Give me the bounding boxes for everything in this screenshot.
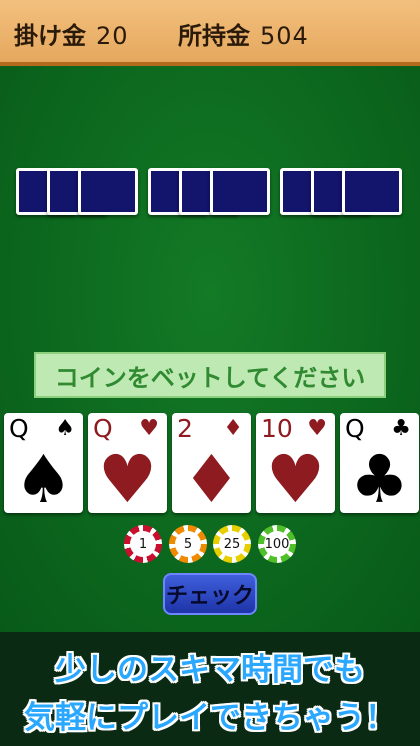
table-felt bbox=[0, 66, 420, 632]
card-back bbox=[342, 168, 402, 215]
card-rank: Q bbox=[93, 414, 113, 443]
chip-label: 25 bbox=[219, 531, 245, 557]
card-rank: Q bbox=[345, 414, 365, 443]
balance-display: 所持金 504 bbox=[178, 16, 309, 51]
header-bar: 掛け金 20 所持金 504 bbox=[0, 0, 420, 66]
promo-banner: 少しのスキマ時間でも 気軽にプレイできちゃう！ bbox=[0, 632, 420, 746]
card-rank: 10 bbox=[261, 414, 293, 443]
player-card-2[interactable]: Q ♥ ♥ bbox=[88, 413, 167, 513]
balance-value: 504 bbox=[260, 22, 309, 50]
chip-label: 1 bbox=[130, 531, 156, 557]
card-back bbox=[78, 168, 138, 215]
balance-label: 所持金 bbox=[178, 22, 250, 50]
status-message: コインをベットしてください bbox=[34, 352, 386, 398]
chip-25[interactable]: 25 bbox=[213, 525, 251, 563]
player-card-1[interactable]: Q ♠ ♠ bbox=[4, 413, 83, 513]
bet-value: 20 bbox=[96, 22, 129, 50]
bet-label: 掛け金 bbox=[14, 22, 86, 50]
club-icon: ♣ bbox=[349, 441, 410, 518]
card-rank: Q bbox=[9, 414, 29, 443]
heart-icon: ♥ bbox=[307, 416, 327, 441]
diamond-icon: ♦ bbox=[181, 441, 242, 518]
diamond-icon: ♦ bbox=[223, 416, 243, 441]
heart-icon: ♥ bbox=[265, 441, 326, 518]
heart-icon: ♥ bbox=[139, 416, 159, 441]
spade-icon: ♠ bbox=[55, 416, 75, 441]
chip-label: 100 bbox=[264, 531, 290, 557]
poker-game-screen: 掛け金 20 所持金 504 コインをベットしてください Q ♠ ♠ Q ♥ ♥ 2… bbox=[0, 0, 420, 746]
chip-100[interactable]: 100 bbox=[258, 525, 296, 563]
card-rank: 2 bbox=[177, 414, 193, 443]
club-icon: ♣ bbox=[391, 416, 411, 441]
player-card-4[interactable]: 10 ♥ ♥ bbox=[256, 413, 335, 513]
check-button[interactable]: チェック bbox=[163, 573, 257, 615]
promo-line-2: 気軽にプレイできちゃう！ bbox=[24, 700, 396, 736]
chip-5[interactable]: 5 bbox=[169, 525, 207, 563]
card-back bbox=[210, 168, 270, 215]
player-card-3[interactable]: 2 ♦ ♦ bbox=[172, 413, 251, 513]
chip-label: 5 bbox=[175, 531, 201, 557]
player-card-5[interactable]: Q ♣ ♣ bbox=[340, 413, 419, 513]
chip-1[interactable]: 1 bbox=[124, 525, 162, 563]
bet-display: 掛け金 20 bbox=[14, 16, 129, 51]
spade-icon: ♠ bbox=[13, 441, 74, 518]
promo-line-1: 少しのスキマ時間でも bbox=[55, 652, 365, 688]
heart-icon: ♥ bbox=[97, 441, 158, 518]
